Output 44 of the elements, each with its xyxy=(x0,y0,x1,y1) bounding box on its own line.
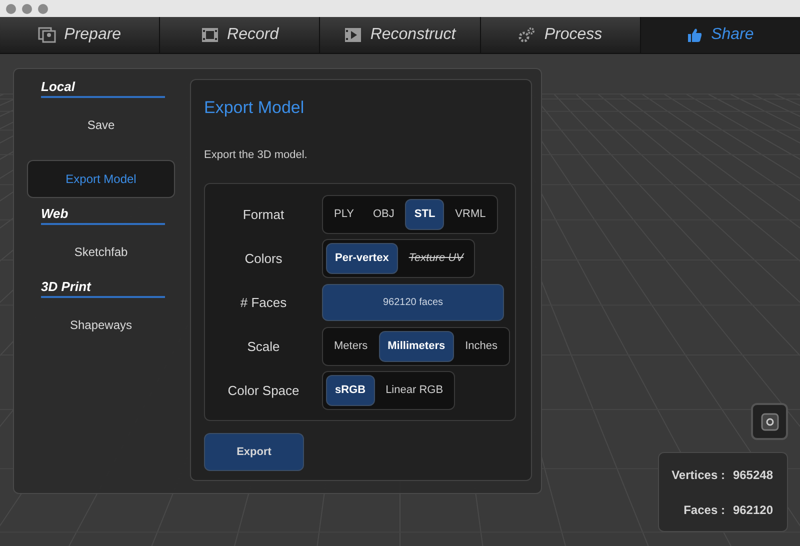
option-button[interactable]: VRML xyxy=(447,199,494,230)
sidebar-item[interactable]: Save xyxy=(27,106,175,144)
step-tab[interactable]: Share xyxy=(640,17,800,53)
stat-value: 962120 xyxy=(732,502,773,518)
option-button[interactable]: Inches xyxy=(457,331,506,362)
panel-title: Export Model xyxy=(204,97,306,119)
film-icon xyxy=(201,27,220,43)
step-tab[interactable]: Record xyxy=(160,17,320,53)
stat-label: Vertices : xyxy=(672,466,725,484)
zoom-button[interactable] xyxy=(38,4,48,14)
sidebar-item[interactable]: Shapeways xyxy=(27,306,175,344)
option-button[interactable]: PLY xyxy=(326,199,362,230)
thumbs-up-icon xyxy=(687,27,704,43)
faces-field[interactable]: 962120 faces xyxy=(322,284,504,321)
setting-label: Scale xyxy=(246,338,281,356)
minimize-button[interactable] xyxy=(22,4,32,14)
sidebar-item[interactable]: Sketchfab xyxy=(27,233,175,271)
close-button[interactable] xyxy=(6,4,16,14)
stat-value: 965248 xyxy=(732,466,773,484)
camera-button[interactable] xyxy=(751,403,788,440)
snapshot-icon xyxy=(760,412,778,430)
step-tab[interactable]: Prepare xyxy=(0,17,160,53)
option-button[interactable]: Per-vertex xyxy=(326,243,398,274)
section-heading: Local xyxy=(41,79,165,98)
video-icon xyxy=(344,27,362,43)
option-button[interactable]: Millimeters xyxy=(378,331,454,362)
section-heading: Web xyxy=(41,206,165,225)
setting-label: Color Space xyxy=(226,382,300,400)
photos-icon xyxy=(38,27,56,43)
panel-description: Export the 3D model. xyxy=(204,148,308,162)
setting-label: Colors xyxy=(244,250,284,268)
step-tab[interactable]: Reconstruct xyxy=(320,17,481,53)
setting-label: # Faces xyxy=(239,294,288,312)
option-button[interactable]: sRGB xyxy=(326,375,375,406)
sidebar-item[interactable]: Export Model xyxy=(27,160,175,198)
section-heading: 3D Print xyxy=(41,279,165,298)
option-button[interactable]: STL xyxy=(405,199,444,230)
option-button[interactable]: OBJ xyxy=(364,199,402,230)
gears-icon xyxy=(518,27,536,43)
option-button[interactable]: Meters xyxy=(326,331,376,362)
stat-label: Faces : xyxy=(684,502,725,518)
option-button[interactable]: Linear RGB xyxy=(378,375,452,406)
setting-label: Format xyxy=(242,206,286,224)
export-button[interactable]: Export xyxy=(204,433,304,471)
